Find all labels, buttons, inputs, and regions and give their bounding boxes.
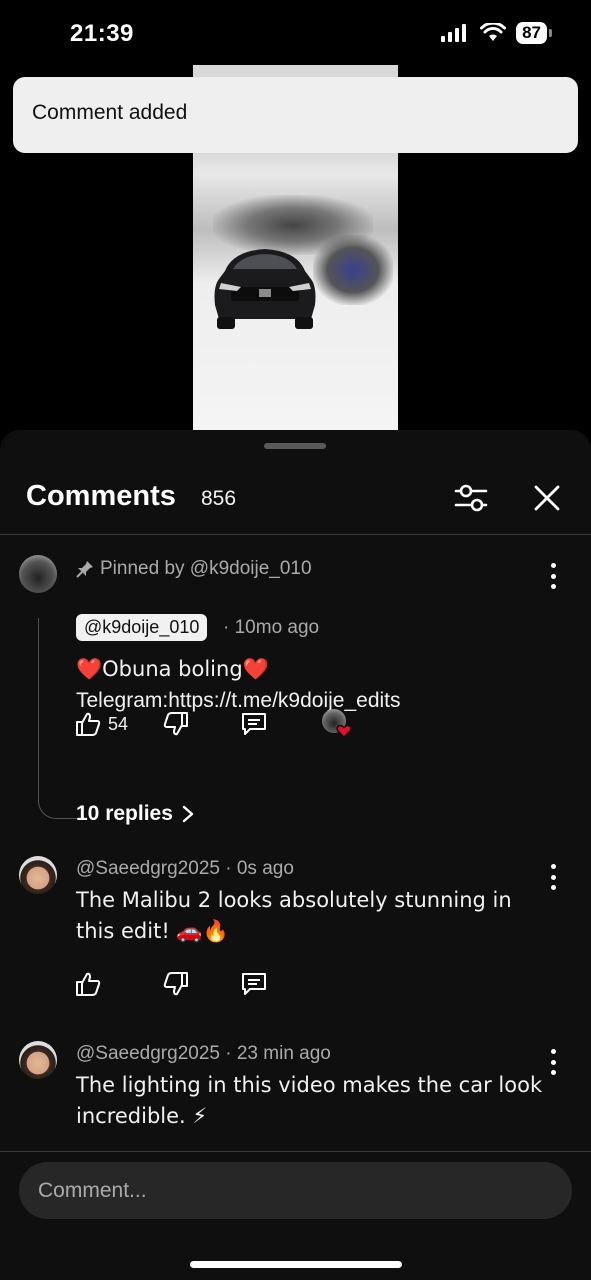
comment-input-placeholder: Comment...	[38, 1178, 147, 1202]
comment-time-text: 23 min ago	[236, 1043, 331, 1064]
reply-icon	[242, 973, 266, 995]
thumbs-down-icon	[163, 972, 188, 996]
reply-icon	[242, 713, 266, 735]
thumbs-up-icon	[76, 972, 101, 996]
comment-time: · 10mo ago	[223, 617, 320, 638]
creator-heart-badge	[322, 709, 352, 739]
comment-text-line: ❤️Obuna boling❤️	[76, 657, 269, 681]
comment-author[interactable]: @Saeedgrg2025	[76, 1043, 220, 1064]
status-bar: 21:39 87	[0, 0, 591, 70]
video-motion-blur-police	[313, 235, 393, 305]
view-replies-button[interactable]: 10 replies	[76, 802, 195, 826]
status-icons: 87	[440, 22, 552, 44]
pinned-label: Pinned by @k9doije_010	[100, 558, 312, 579]
comments-sheet: Comments 856 Pinned by @k9doije_010 @k9d…	[0, 430, 591, 1280]
sort-filter-icon[interactable]	[452, 480, 490, 516]
reply-button[interactable]	[240, 710, 268, 738]
comment-actions: 54	[74, 709, 394, 740]
header-divider	[0, 534, 591, 535]
comment-author[interactable]: @Saeedgrg2025	[76, 858, 220, 879]
reply-thread-line	[38, 618, 77, 819]
dislike-button[interactable]	[162, 710, 190, 738]
heart-icon	[336, 724, 352, 739]
comment-item: @Saeedgrg2025 · 23 min ago The lighting …	[0, 1035, 591, 1145]
comment-text: The Malibu 2 looks absolutely stunning i…	[76, 888, 512, 943]
avatar[interactable]	[19, 555, 57, 593]
comment-time-text: 0s ago	[236, 858, 294, 879]
pin-icon	[76, 561, 93, 578]
like-button[interactable]	[74, 970, 102, 998]
cellular-signal-icon	[441, 24, 467, 42]
replies-label: 10 replies	[76, 802, 173, 825]
pinned-row: Pinned by @k9doije_010	[76, 558, 312, 580]
comment-time-text: 10mo ago	[234, 617, 320, 638]
comment-item: @Saeedgrg2025 · 0s ago The Malibu 2 look…	[0, 850, 591, 1000]
battery-indicator: 87	[516, 22, 552, 44]
comments-title: Comments	[26, 480, 176, 512]
status-time: 21:39	[70, 20, 134, 47]
comment-input[interactable]: Comment...	[19, 1162, 572, 1219]
like-button[interactable]: 54	[74, 710, 128, 738]
pinned-comment: Pinned by @k9doije_010 @k9doije_010 · 10…	[0, 550, 591, 840]
comments-header: Comments 856	[0, 470, 591, 534]
reply-button[interactable]	[240, 970, 268, 998]
car-image	[214, 249, 316, 329]
home-indicator[interactable]	[190, 1261, 402, 1268]
avatar[interactable]	[19, 1041, 57, 1079]
comment-text: The lighting in this video makes the car…	[76, 1073, 543, 1128]
input-divider	[0, 1151, 591, 1152]
like-count: 54	[108, 713, 129, 734]
close-icon[interactable]	[529, 480, 565, 516]
wifi-icon	[480, 23, 507, 41]
comment-meta: @Saeedgrg2025 · 23 min ago	[76, 1043, 331, 1064]
comments-count: 856	[201, 487, 237, 510]
toast-text: Comment added	[32, 101, 188, 124]
chevron-right-icon	[182, 805, 194, 823]
comment-author-chip[interactable]: @k9doije_010	[76, 614, 208, 641]
thumbs-up-icon	[76, 712, 101, 736]
comment-text: ❤️Obuna boling❤️ Telegram:https://t.me/k…	[76, 654, 551, 716]
dislike-button[interactable]	[162, 970, 190, 998]
toast-notification: Comment added	[13, 77, 578, 153]
thumbs-down-icon	[163, 712, 188, 736]
more-options-icon[interactable]	[543, 563, 563, 589]
comment-meta: @Saeedgrg2025 · 0s ago	[76, 858, 294, 879]
drag-handle[interactable]	[264, 443, 326, 449]
avatar[interactable]	[19, 856, 57, 894]
comment-actions	[74, 970, 394, 1000]
